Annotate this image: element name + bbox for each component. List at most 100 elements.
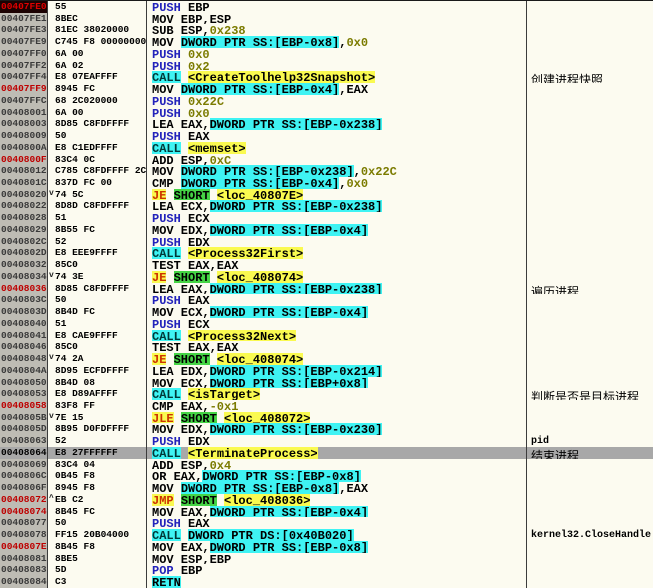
asm-row[interactable]: 0040800AE8 C1EDFFFFCALL <memset> bbox=[0, 142, 653, 154]
asm-row[interactable]: 0040806F8945 F8MOV DWORD PTR SS:[EBP-0x8… bbox=[0, 482, 653, 494]
asm-row[interactable]: 0040802DE8 EEE9FFFFCALL <Process32First> bbox=[0, 247, 653, 259]
address-cell[interactable]: 00407FE3 bbox=[0, 24, 48, 36]
asm-row[interactable]: 004080835DPOP EBP bbox=[0, 564, 653, 576]
address-cell[interactable]: 00407FE0 bbox=[0, 1, 48, 13]
asm-row[interactable]: 0040807E8B45 F8MOV EAX,DWORD PTR SS:[EBP… bbox=[0, 541, 653, 553]
asm-row[interactable]: 0040804685C0TEST EAX,EAX bbox=[0, 341, 653, 353]
asm-row[interactable]: 00408053E8 D89AFFFFCALL <isTarget>判断是否是目… bbox=[0, 388, 653, 400]
address-cell[interactable]: 00407FF9 bbox=[0, 83, 48, 95]
asm-row[interactable]: 0040805Bv7E 15JLE SHORT <loc_408072> bbox=[0, 412, 653, 424]
address-cell[interactable]: 0040803D bbox=[0, 306, 48, 318]
asm-row[interactable]: 004080228D8D C8FDFFFFLEA ECX,DWORD PTR S… bbox=[0, 200, 653, 212]
address-cell[interactable]: 00408001 bbox=[0, 107, 48, 119]
asm-row[interactable]: 0040804051PUSH ECX bbox=[0, 318, 653, 330]
asm-row[interactable]: 0040800F83C4 0CADD ESP,0xC bbox=[0, 154, 653, 166]
address-cell[interactable]: 00408012 bbox=[0, 165, 48, 177]
address-cell[interactable]: 00408032 bbox=[0, 259, 48, 271]
asm-row[interactable]: 0040806983C4 04ADD ESP,0x4 bbox=[0, 459, 653, 471]
asm-row[interactable]: 004080748B45 FCMOV EAX,DWORD PTR SS:[EBP… bbox=[0, 506, 653, 518]
address-cell[interactable]: 00408046 bbox=[0, 341, 48, 353]
address-cell[interactable]: 00408034 bbox=[0, 271, 48, 283]
address-cell[interactable]: 00407FF0 bbox=[0, 48, 48, 60]
address-cell[interactable]: 00408064 bbox=[0, 447, 48, 459]
address-cell[interactable]: 00408058 bbox=[0, 400, 48, 412]
asm-row[interactable]: 00408072^EB C2JMP SHORT <loc_408036> bbox=[0, 494, 653, 506]
address-cell[interactable]: 00408069 bbox=[0, 459, 48, 471]
asm-row[interactable]: 00408041E8 CAE9FFFFCALL <Process32Next> bbox=[0, 330, 653, 342]
address-cell[interactable]: 00407FF2 bbox=[0, 60, 48, 72]
asm-row[interactable]: 004080038D85 C8FDFFFFLEA EAX,DWORD PTR S… bbox=[0, 118, 653, 130]
address-cell[interactable]: 00408041 bbox=[0, 330, 48, 342]
address-cell[interactable]: 00407FF4 bbox=[0, 71, 48, 83]
address-cell[interactable]: 0040802C bbox=[0, 236, 48, 248]
asm-row[interactable]: 0040802851PUSH ECX bbox=[0, 212, 653, 224]
address-cell[interactable]: 0040807E bbox=[0, 541, 48, 553]
asm-row[interactable]: 0040801C837D FC 00CMP DWORD PTR SS:[EBP-… bbox=[0, 177, 653, 189]
address-cell[interactable]: 0040802D bbox=[0, 247, 48, 259]
asm-row[interactable]: 00408012C785 C8FDFFFF 2C020000MOV DWORD … bbox=[0, 165, 653, 177]
asm-row[interactable]: 00407FE055PUSH EBP bbox=[0, 1, 653, 13]
asm-row[interactable]: 004080298B55 FCMOV EDX,DWORD PTR SS:[EBP… bbox=[0, 224, 653, 236]
asm-row[interactable]: 0040800950PUSH EAX bbox=[0, 130, 653, 142]
asm-row[interactable]: 00407FF26A 02PUSH 0x2 bbox=[0, 60, 653, 72]
address-cell[interactable]: 0040801C bbox=[0, 177, 48, 189]
asm-row[interactable]: 0040806352PUSH EDXpid bbox=[0, 435, 653, 447]
address-cell[interactable]: 00408028 bbox=[0, 212, 48, 224]
asm-row[interactable]: 0040806C0B45 F8OR EAX,DWORD PTR SS:[EBP-… bbox=[0, 470, 653, 482]
address-cell[interactable]: 00408053 bbox=[0, 388, 48, 400]
asm-row[interactable]: 004080508B4D 08MOV ECX,DWORD PTR SS:[EBP… bbox=[0, 377, 653, 389]
address-cell[interactable]: 00408077 bbox=[0, 517, 48, 529]
address-cell[interactable]: 00408022 bbox=[0, 200, 48, 212]
asm-row[interactable]: 00408020v74 5CJE SHORT <loc_40807E> bbox=[0, 189, 653, 201]
asm-row[interactable]: 0040805883F8 FFCMP EAX,-0x1 bbox=[0, 400, 653, 412]
asm-row[interactable]: 0040804A8D95 ECFDFFFFLEA EDX,DWORD PTR S… bbox=[0, 365, 653, 377]
address-cell[interactable]: 0040805D bbox=[0, 423, 48, 435]
address-cell[interactable]: 0040804A bbox=[0, 365, 48, 377]
address-cell[interactable]: 0040806F bbox=[0, 482, 48, 494]
address-cell[interactable]: 00408040 bbox=[0, 318, 48, 330]
asm-row[interactable]: 00408078FF15 20B04000CALL DWORD PTR DS:[… bbox=[0, 529, 653, 541]
asm-row[interactable]: 00407FF98945 FCMOV DWORD PTR SS:[EBP-0x4… bbox=[0, 83, 653, 95]
address-cell[interactable]: 00407FE1 bbox=[0, 13, 48, 25]
asm-row[interactable]: 0040803D8B4D FCMOV ECX,DWORD PTR SS:[EBP… bbox=[0, 306, 653, 318]
asm-row[interactable]: 00408034v74 3EJE SHORT <loc_408074> bbox=[0, 271, 653, 283]
asm-row[interactable]: 00407FE9C745 F8 00000000MOV DWORD PTR SS… bbox=[0, 36, 653, 48]
address-cell[interactable]: 00408074 bbox=[0, 506, 48, 518]
asm-row[interactable]: 00407FE381EC 38020000SUB ESP,0x238 bbox=[0, 24, 653, 36]
address-cell[interactable]: 00408072 bbox=[0, 494, 48, 506]
address-cell[interactable]: 0040800F bbox=[0, 154, 48, 166]
address-cell[interactable]: 00408078 bbox=[0, 529, 48, 541]
asm-row[interactable]: 00407FF06A 00PUSH 0x0 bbox=[0, 48, 653, 60]
asm-row[interactable]: 00407FE18BECMOV EBP,ESP bbox=[0, 13, 653, 25]
asm-row[interactable]: 00408064E8 27FFFFFFCALL <TerminateProces… bbox=[0, 447, 653, 459]
asm-row[interactable]: 0040805D8B95 D0FDFFFFMOV EDX,DWORD PTR S… bbox=[0, 423, 653, 435]
address-cell[interactable]: 00408029 bbox=[0, 224, 48, 236]
address-cell[interactable]: 00408009 bbox=[0, 130, 48, 142]
asm-row[interactable]: 004080368D85 C8FDFFFFLEA EAX,DWORD PTR S… bbox=[0, 283, 653, 295]
address-cell[interactable]: 00407FFC bbox=[0, 95, 48, 107]
address-cell[interactable]: 00408048 bbox=[0, 353, 48, 365]
asm-row[interactable]: 0040803285C0TEST EAX,EAX bbox=[0, 259, 653, 271]
address-cell[interactable]: 00408083 bbox=[0, 564, 48, 576]
asm-row[interactable]: 0040802C52PUSH EDX bbox=[0, 236, 653, 248]
address-cell[interactable]: 0040806C bbox=[0, 470, 48, 482]
address-cell[interactable]: 00408003 bbox=[0, 118, 48, 130]
asm-row[interactable]: 0040803C50PUSH EAX bbox=[0, 294, 653, 306]
asm-row[interactable]: 004080818BE5MOV ESP,EBP bbox=[0, 553, 653, 565]
address-cell[interactable]: 0040803C bbox=[0, 294, 48, 306]
address-cell[interactable]: 0040805B bbox=[0, 412, 48, 424]
address-cell[interactable]: 00408063 bbox=[0, 435, 48, 447]
asm-row[interactable]: 004080016A 00PUSH 0x0 bbox=[0, 107, 653, 119]
address-cell[interactable]: 00408020 bbox=[0, 189, 48, 201]
address-cell[interactable]: 00408050 bbox=[0, 377, 48, 389]
address-cell[interactable]: 0040800A bbox=[0, 142, 48, 154]
address-cell[interactable]: 00408084 bbox=[0, 576, 48, 588]
asm-row[interactable]: 00407FF4E8 07EAFFFFCALL <CreateToolhelp3… bbox=[0, 71, 653, 83]
address-cell[interactable]: 00408036 bbox=[0, 283, 48, 295]
asm-row[interactable]: 00408084C3RETN bbox=[0, 576, 653, 588]
asm-row[interactable]: 00408048v74 2AJE SHORT <loc_408074> bbox=[0, 353, 653, 365]
asm-row[interactable]: 0040807750PUSH EAX bbox=[0, 517, 653, 529]
address-cell[interactable]: 00407FE9 bbox=[0, 36, 48, 48]
address-cell[interactable]: 00408081 bbox=[0, 553, 48, 565]
asm-row[interactable]: 00407FFC68 2C020000PUSH 0x22C bbox=[0, 95, 653, 107]
